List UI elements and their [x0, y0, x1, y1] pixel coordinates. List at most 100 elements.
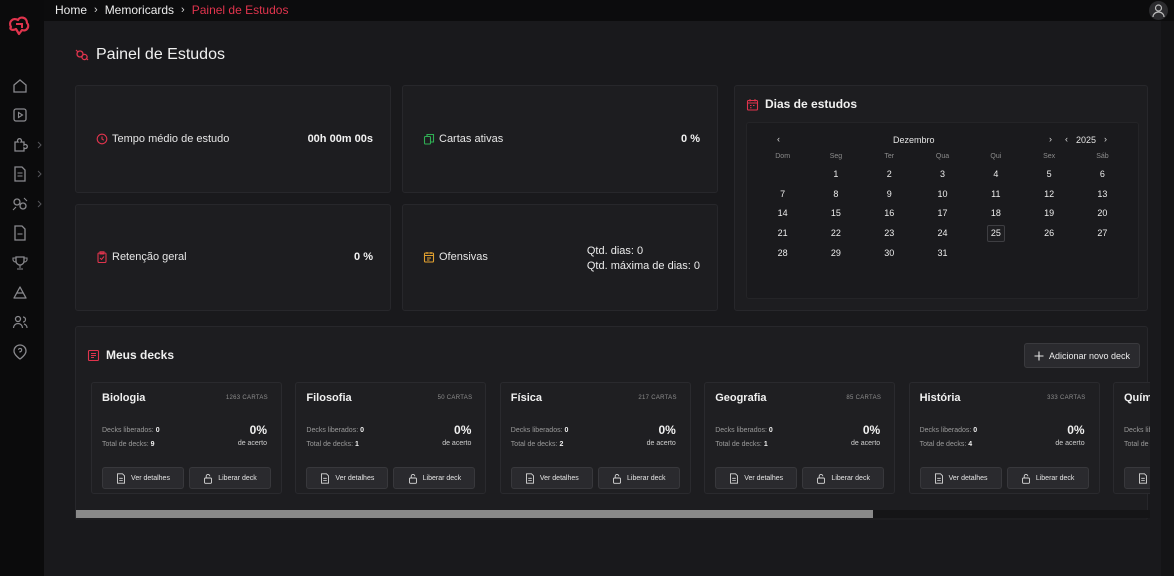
view-details-button[interactable]: Ver detalhes [1124, 467, 1150, 489]
calendar-day-today[interactable]: 25 [969, 223, 1022, 243]
weekday-label: Sex [1043, 153, 1056, 160]
released-label: Decks liberados: [510, 427, 563, 434]
calendar-day[interactable]: 30 [863, 243, 916, 263]
drive-icon[interactable] [11, 284, 29, 302]
calendar-day[interactable]: 11 [969, 184, 1022, 204]
calendar-day[interactable]: 24 [916, 223, 969, 243]
calendar-days-grid: 1 2 3 4 5 6 7 8 9 10 11 12 13 14 15 16 17 18 19 20 21 22 23 24 2… [756, 164, 1129, 263]
video-icon[interactable] [11, 106, 29, 124]
deck-hit-label: de acerto [1055, 440, 1085, 447]
document-icon[interactable] [11, 165, 29, 183]
page-title-text: Painel de Estudos [96, 46, 225, 63]
total-value: 4 [968, 441, 973, 448]
deck-hit-percentage: 0% [1067, 423, 1085, 437]
deck-card: Física 217 CARTAS Decks liberados: 0 Total … [499, 382, 691, 494]
calendar-day[interactable]: 28 [756, 243, 809, 263]
calendar-icon [746, 98, 759, 111]
view-details-label: Ver detalhes [948, 474, 988, 482]
calendar-day[interactable]: 6 [1076, 164, 1129, 184]
calendar-day[interactable]: 23 [863, 223, 916, 243]
days-qty-label: Qtd. dias: [586, 245, 634, 257]
decks-horizontal-scrollbar[interactable] [76, 510, 1150, 518]
calendar-weekdays: Dom Seg Ter Qua Qui Sex Sáb [756, 153, 1129, 160]
release-deck-button[interactable]: Liberar deck [393, 467, 476, 489]
puzzle-icon[interactable] [11, 136, 29, 154]
help-icon[interactable] [11, 343, 29, 361]
released-label: Decks liberados: [1124, 427, 1150, 434]
calendar-day[interactable]: 20 [1076, 204, 1129, 224]
deck-stats: Decks liberados: 0 Total de decks: 1 [306, 424, 364, 452]
view-details-button[interactable]: Ver detalhes [306, 467, 389, 489]
release-deck-button[interactable]: Liberar deck [802, 467, 885, 489]
calendar-day[interactable]: 13 [1076, 184, 1129, 204]
calendar-prev-month[interactable]: ‹ [777, 134, 780, 144]
calendar-day[interactable]: 22 [809, 223, 862, 243]
weekday-label: Qua [935, 153, 950, 160]
release-deck-label: Liberar deck [218, 474, 257, 482]
file-icon[interactable] [11, 224, 29, 242]
calendar-day[interactable]: 31 [916, 243, 969, 263]
lock-icon [408, 473, 418, 484]
calendar-day[interactable]: 10 [916, 184, 969, 204]
calendar-day[interactable]: 26 [1022, 223, 1075, 243]
total-label: Total de decks: [306, 441, 354, 448]
study-panel-icon [75, 48, 89, 62]
calendar-day[interactable]: 21 [756, 223, 809, 243]
calendar-day[interactable]: 1 [809, 164, 862, 184]
calendar-day[interactable]: 9 [863, 184, 916, 204]
home-icon[interactable] [11, 77, 29, 95]
release-deck-button[interactable]: Liberar deck [189, 467, 271, 489]
cards-icon[interactable] [11, 195, 29, 213]
vertical-scrollbar[interactable] [1161, 21, 1174, 576]
release-deck-label: Liberar deck [627, 474, 666, 482]
deck-stats: Decks liberados: 0 Total de decks: 9 [102, 424, 160, 452]
calendar-day[interactable]: 5 [1022, 164, 1075, 184]
calendar-day[interactable]: 15 [809, 204, 862, 224]
my-decks-section: Meus decks Adicionar novo deck Biologia 1… [75, 326, 1150, 520]
breadcrumb-home[interactable]: Home [55, 3, 87, 17]
calendar-day[interactable]: 8 [809, 184, 862, 204]
calendar-day[interactable]: 19 [1022, 204, 1075, 224]
calendar-day[interactable]: 2 [863, 164, 916, 184]
trophy-icon[interactable] [11, 254, 29, 272]
calendar-day[interactable]: 18 [969, 204, 1022, 224]
breadcrumb-memoricards[interactable]: Memoricards [105, 3, 174, 17]
calendar-next-month[interactable]: › [1049, 134, 1052, 144]
users-icon[interactable] [11, 313, 29, 331]
memoricards-logo-icon[interactable] [7, 15, 31, 37]
calendar-day[interactable]: 14 [756, 204, 809, 224]
view-details-button[interactable]: Ver detalhes [102, 467, 184, 489]
released-value: 0 [155, 427, 160, 434]
view-details-button[interactable]: Ver detalhes [715, 467, 798, 489]
total-label: Total de decks: [510, 441, 558, 448]
calendar-day[interactable]: 29 [809, 243, 862, 263]
view-details-button[interactable]: Ver detalhes [510, 467, 593, 489]
calendar-day[interactable]: 4 [969, 164, 1022, 184]
release-deck-label: Liberar deck [422, 474, 462, 482]
deck-stats: Decks liberados: 0 Total de decks: 1 [715, 424, 773, 452]
release-deck-label: Liberar deck [831, 474, 870, 482]
add-deck-label: Adicionar novo deck [1048, 350, 1131, 361]
calendar-day[interactable]: 12 [1022, 184, 1075, 204]
release-deck-button[interactable]: Liberar deck [597, 467, 680, 489]
calendar-next-year[interactable]: › [1104, 134, 1107, 144]
total-value: 9 [150, 441, 155, 448]
released-label: Decks liberados: [102, 427, 154, 434]
page-title: Painel de Estudos [75, 46, 225, 64]
calendar-prev-year[interactable]: ‹ [1065, 134, 1068, 144]
calendar-day[interactable]: 3 [916, 164, 969, 184]
deck-card-count: 1263 CARTAS [225, 395, 268, 401]
deck-hit-label: de acerto [851, 440, 881, 447]
calendar-day[interactable]: 16 [863, 204, 916, 224]
deck-hit-percentage: 0% [862, 423, 881, 437]
view-details-button[interactable]: Ver detalhes [919, 467, 1002, 489]
calendar-day[interactable]: 27 [1076, 223, 1129, 243]
calendar-day[interactable]: 17 [916, 204, 969, 224]
user-avatar-icon[interactable] [1149, 1, 1168, 20]
active-cards-label: Cartas ativas [423, 133, 503, 145]
calendar-day[interactable]: 7 [756, 184, 809, 204]
add-deck-button[interactable]: Adicionar novo deck [1024, 343, 1140, 368]
scrollbar-thumb[interactable] [76, 510, 873, 518]
chevron-right-icon [37, 170, 42, 178]
release-deck-button[interactable]: Liberar deck [1006, 467, 1089, 489]
